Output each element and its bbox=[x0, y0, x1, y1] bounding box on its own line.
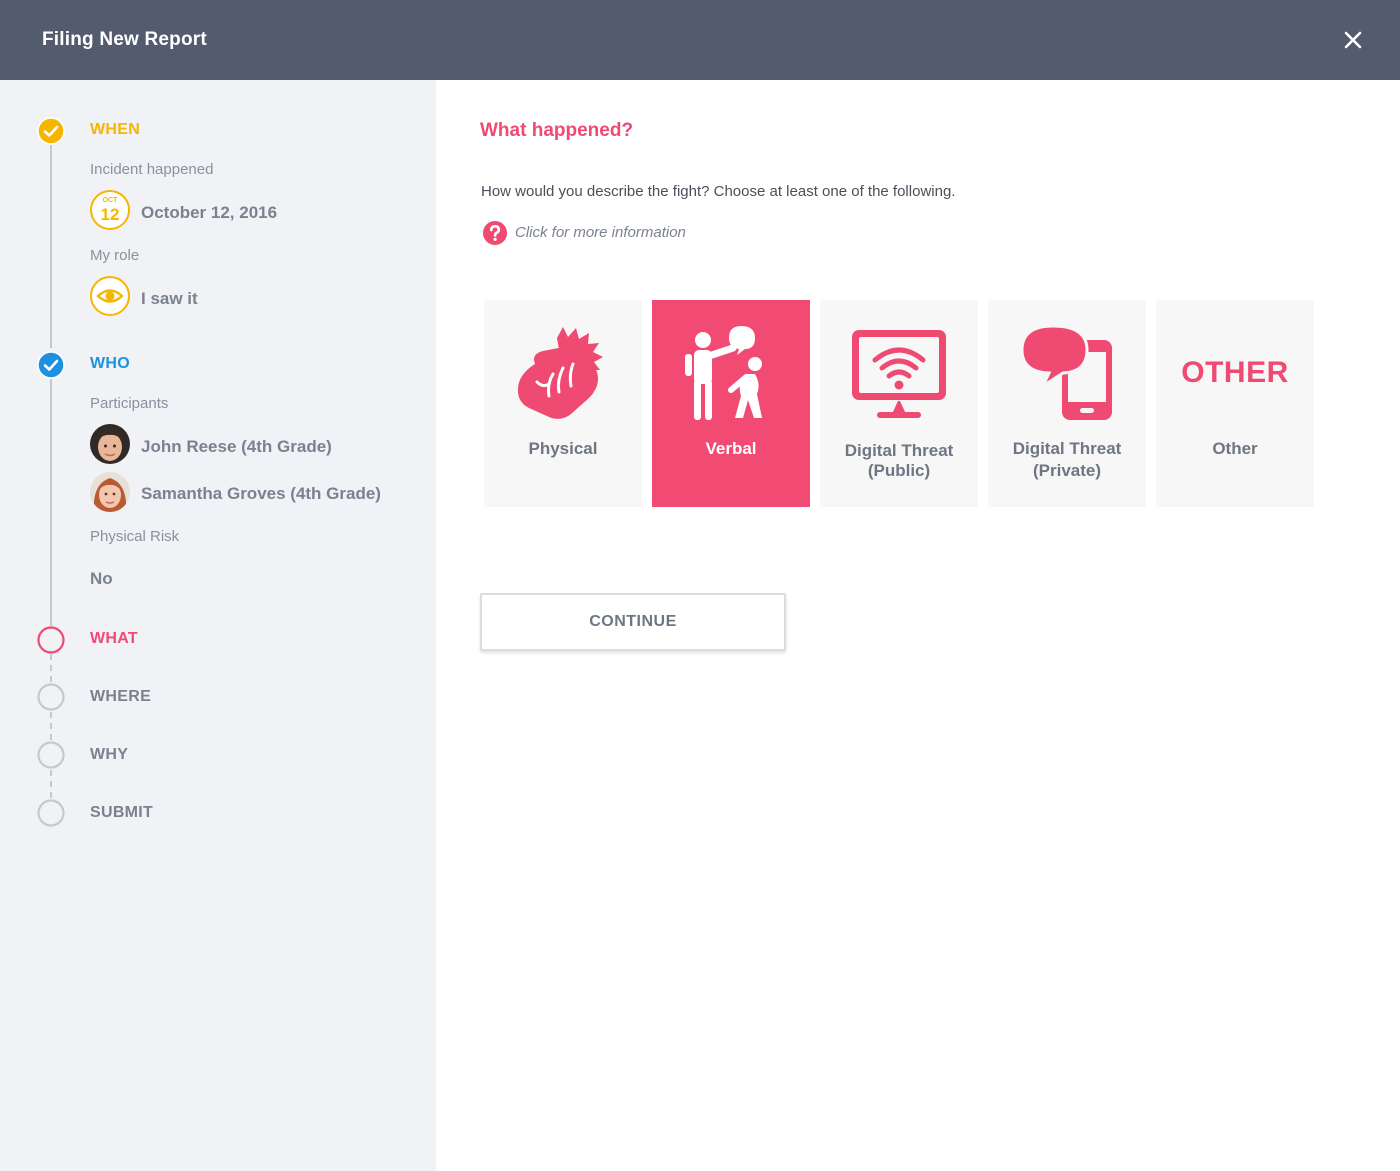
option-label: Digital Threat bbox=[1012, 439, 1122, 458]
timeline-line bbox=[50, 379, 52, 626]
role-label: My role bbox=[90, 247, 140, 264]
other-text-icon: OTHER bbox=[1181, 356, 1289, 389]
role-value: I saw it bbox=[141, 289, 198, 308]
option-label: Other bbox=[1212, 439, 1258, 458]
calendar-month: OCT bbox=[102, 197, 118, 204]
step-pending-circle-icon bbox=[37, 683, 65, 711]
step-where-label[interactable]: WHERE bbox=[90, 688, 151, 706]
close-icon[interactable] bbox=[1340, 27, 1366, 53]
step-why-label[interactable]: WHY bbox=[90, 746, 128, 764]
eye-icon bbox=[90, 276, 130, 316]
step-when-label[interactable]: WHEN bbox=[90, 121, 140, 139]
question-description: How would you describe the fight? Choose… bbox=[481, 183, 956, 200]
step-what-label[interactable]: WHAT bbox=[90, 630, 138, 648]
calendar-day: 12 bbox=[100, 205, 120, 224]
physical-risk-label: Physical Risk bbox=[90, 528, 180, 545]
avatar bbox=[90, 424, 130, 464]
participant-name: John Reese (4th Grade) bbox=[141, 437, 332, 456]
incident-date: October 12, 2016 bbox=[141, 203, 278, 222]
step-pending-circle-icon bbox=[37, 741, 65, 769]
avatar bbox=[90, 472, 130, 512]
step-complete-check-icon bbox=[37, 351, 65, 379]
option-label: (Private) bbox=[1032, 461, 1102, 480]
participant-name: Samantha Groves (4th Grade) bbox=[141, 484, 381, 503]
timeline-line bbox=[50, 145, 52, 348]
continue-button[interactable]: CONTINUE bbox=[480, 593, 786, 651]
question-title: What happened? bbox=[480, 120, 634, 141]
physical-risk-value: No bbox=[90, 569, 113, 588]
participants-label: Participants bbox=[90, 395, 169, 412]
option-other-card[interactable]: OTHER Other bbox=[1156, 300, 1314, 507]
step-pending-circle-icon bbox=[37, 799, 65, 827]
calendar-badge-icon: OCT 12 bbox=[90, 190, 130, 230]
people-argument-icon bbox=[681, 324, 781, 424]
option-label: Digital Threat bbox=[844, 441, 954, 460]
timeline-dashed-line bbox=[50, 770, 52, 798]
timeline-dashed-line bbox=[50, 654, 52, 682]
fist-icon bbox=[513, 324, 613, 424]
option-digital-private-card[interactable]: Digital Threat (Private) bbox=[988, 300, 1146, 507]
option-physical-card[interactable]: Physical bbox=[484, 300, 642, 507]
modal-header: Filing New Report bbox=[0, 0, 1400, 80]
option-label: Physical bbox=[528, 439, 598, 458]
phone-chat-icon bbox=[1017, 324, 1117, 424]
option-digital-public-card[interactable]: Digital Threat (Public) bbox=[820, 300, 978, 507]
modal-title: Filing New Report bbox=[42, 29, 207, 50]
step-who-label[interactable]: WHO bbox=[90, 355, 130, 373]
question-mark-icon bbox=[482, 220, 508, 246]
step-current-circle-icon bbox=[37, 626, 65, 654]
more-info-text: Click for more information bbox=[515, 224, 686, 241]
incident-label: Incident happened bbox=[90, 161, 214, 178]
step-submit-label[interactable]: SUBMIT bbox=[90, 804, 153, 822]
step-complete-check-icon bbox=[37, 117, 65, 145]
progress-sidebar bbox=[0, 80, 436, 1171]
option-verbal-card[interactable]: Verbal bbox=[652, 300, 810, 507]
timeline-dashed-line bbox=[50, 712, 52, 740]
continue-label: CONTINUE bbox=[589, 613, 677, 630]
option-label: (Public) bbox=[867, 461, 931, 480]
monitor-wifi-icon bbox=[849, 324, 949, 424]
option-label: Verbal bbox=[705, 439, 757, 458]
